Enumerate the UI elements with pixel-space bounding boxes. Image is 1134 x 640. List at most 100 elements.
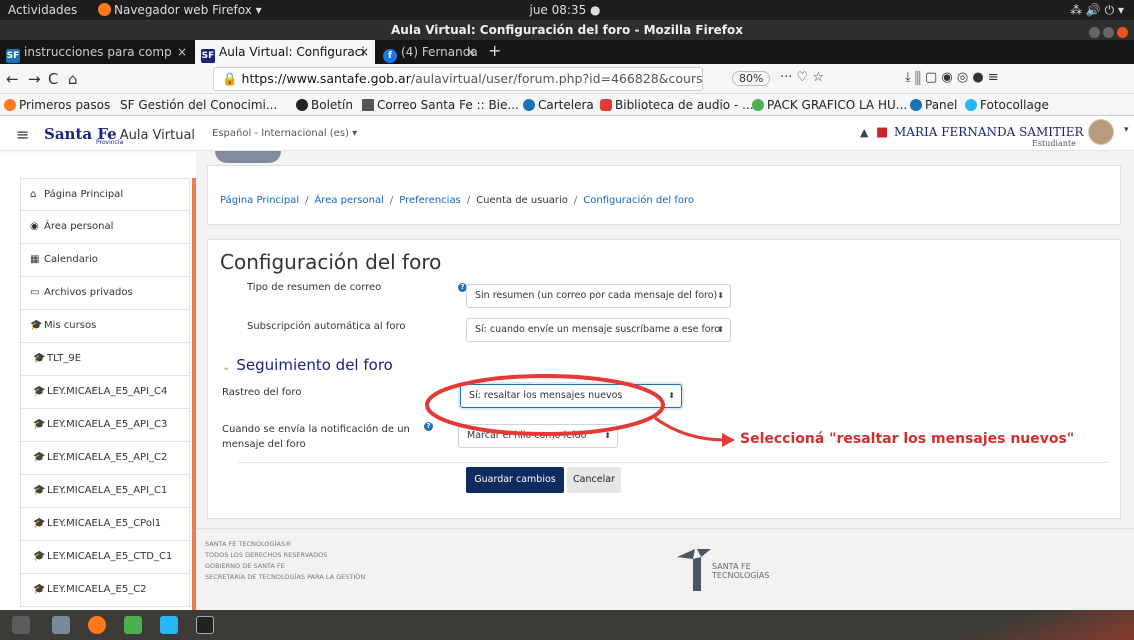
reload-button[interactable]: C <box>48 70 58 88</box>
sidebar-item-area-personal[interactable]: ◉ Área personal <box>20 211 190 244</box>
app-menu[interactable]: Navegador web Firefox ▾ <box>98 3 262 17</box>
cancel-button[interactable]: Cancelar <box>567 467 621 493</box>
page-actions[interactable]: ··· ♡ ☆ <box>780 70 824 85</box>
dashboard-icon: ◉ <box>30 221 39 232</box>
bookmark-biblioteca[interactable]: Biblioteca de audio - ... <box>600 94 754 115</box>
bookmark-label: Panel <box>925 98 958 112</box>
chevron-down-icon[interactable]: ▾ <box>1124 125 1129 135</box>
notify-label-line: Cuando se envía la notificación de un <box>222 424 410 435</box>
sidebar-item-archivos-privados[interactable]: ▭ Archivos privados <box>20 277 190 310</box>
bookmark-label: Correo Santa Fe :: Bie... <box>377 98 519 112</box>
bookmark-panel[interactable]: Panel <box>910 94 958 115</box>
footer-logo-line: SANTA FE <box>712 562 751 571</box>
bookmark-pack-grafico[interactable]: PACK GRAFICO LA HU... <box>752 94 907 115</box>
sidebar-item-course[interactable]: 🎓 LEY.MICAELA_E5_CPol1 <box>20 508 190 541</box>
section-divider <box>238 462 1108 463</box>
bookmark-correo[interactable]: Correo Santa Fe :: Bie... <box>362 94 519 115</box>
sidebar-item-course[interactable]: 🎓 LEY.MICAELA_E5_API_C1 <box>20 475 190 508</box>
select-caret-icon: ⬍ <box>717 291 724 300</box>
sidebar-item-label: LEY.MICAELA_E5_API_C3 <box>47 419 168 430</box>
spreadsheet-icon[interactable] <box>124 616 142 634</box>
select-caret-icon: ⬍ <box>717 325 724 334</box>
back-button[interactable]: ← <box>6 70 19 88</box>
bookmark-boletin[interactable]: Boletín <box>296 94 353 115</box>
tab-aula-virtual[interactable]: SF Aula Virtual: Configuraci × <box>195 40 375 64</box>
window-titlebar: Aula Virtual: Configuración del foro - M… <box>0 20 1134 40</box>
fotocollage-icon <box>965 99 977 111</box>
help-icon[interactable]: ? <box>424 422 433 431</box>
avatar[interactable] <box>1088 119 1114 145</box>
site-logo[interactable]: Santa Fe Aula Virtual Provincia <box>44 124 195 146</box>
tab-facebook[interactable]: f(4) Fernanda Samitier | F× <box>377 40 482 64</box>
close-tab-icon[interactable]: × <box>359 40 369 64</box>
sidebar-item-course[interactable]: 🎓 LEY.MICAELA_E5_API_C3 <box>20 409 190 442</box>
document-icon[interactable] <box>160 616 178 634</box>
subscribe-select[interactable]: Sí: cuando envíe un mensaje suscríbame a… <box>466 318 731 342</box>
clock[interactable]: jue 08:35 ● <box>505 3 625 17</box>
sidebar-item-calendario[interactable]: ▦ Calendario <box>20 244 190 277</box>
sidebar-item-mis-cursos[interactable]: 🎓 Mis cursos <box>20 310 190 343</box>
tracking-select[interactable]: Sí: resaltar los mensajes nuevos ⬍ <box>460 384 682 408</box>
notifications-bell-icon[interactable]: ▲ <box>860 126 868 139</box>
home-icon: ⌂ <box>30 189 37 200</box>
save-button[interactable]: Guardar cambios <box>466 467 564 493</box>
sidebar-item-course[interactable]: 🎓 TLT_9E <box>20 343 190 376</box>
toolbar-icons[interactable]: ⤓ ⫼ ▢ ◉ ◎ ● ≡ <box>905 70 999 85</box>
breadcrumb-item[interactable]: Área personal <box>314 195 383 206</box>
close-tab-icon[interactable]: × <box>466 40 476 64</box>
url-bar[interactable]: 🔒 https://www.santafe.gob.ar/aulavirtual… <box>213 67 703 91</box>
forward-button[interactable]: → <box>28 70 41 88</box>
sidebar-item-course[interactable]: 🎓 LEY.MICAELA_E5_CTD_C1 <box>20 541 190 574</box>
footer-text: SANTA FE TECNOLOGÍAS® TODOS LOS DERECHOS… <box>205 539 365 583</box>
graduation-cap-icon: 🎓 <box>33 386 46 397</box>
language-menu[interactable]: Español - Internacional (es) ▾ <box>212 128 357 139</box>
footer-line: SANTA FE TECNOLOGÍAS® <box>205 540 292 548</box>
bookmark-sf-gestion[interactable]: SF Gestión del Conocimi... <box>120 94 277 115</box>
bookmark-cartelera[interactable]: Cartelera <box>523 94 594 115</box>
page-title: Configuración del foro <box>220 250 442 274</box>
tab-instrucciones[interactable]: SF instrucciones para comp × <box>0 40 193 64</box>
apps-grid-icon[interactable] <box>12 616 30 634</box>
display-icon[interactable] <box>196 616 214 634</box>
activities-button[interactable]: Actividades <box>8 3 77 17</box>
system-status-icons[interactable]: ⁂ 🔊 ⏻ ▾ <box>1070 3 1124 18</box>
facebook-favicon-icon: f <box>383 49 397 63</box>
sidebar-item-course[interactable]: 🎓 LEY.MICAELA_E5_C2 <box>20 574 190 607</box>
subscribe-select-value: Sí: cuando envíe un mensaje suscríbame a… <box>475 324 721 335</box>
files-icon[interactable] <box>52 616 70 634</box>
breadcrumb-item[interactable]: Configuración del foro <box>583 195 694 206</box>
breadcrumb-item[interactable]: Página Principal <box>220 195 299 206</box>
tracking-select-value: Sí: resaltar los mensajes nuevos <box>469 390 623 401</box>
sidebar-item-pagina-principal[interactable]: ⌂ Página Principal <box>20 178 190 211</box>
maximize-button[interactable] <box>1103 27 1114 38</box>
tab-bar: SF instrucciones para comp × SF Aula Virtua… <box>0 40 1134 64</box>
notify-select[interactable]: Marcar el hilo como leído ⬍ <box>458 424 618 448</box>
sidebar-item-label: LEY.MICAELA_E5_C2 <box>47 584 147 595</box>
menu-icon[interactable]: ≡ <box>16 125 29 144</box>
minimize-button[interactable] <box>1089 27 1100 38</box>
firefox-icon[interactable] <box>88 616 106 634</box>
home-button[interactable]: ⌂ <box>68 70 78 88</box>
digest-select[interactable]: Sin resumen (un correo por cada mensaje … <box>466 284 731 308</box>
breadcrumb-item[interactable]: Preferencias <box>399 195 461 206</box>
bookmark-primeros-pasos[interactable]: Primeros pasos <box>4 94 110 115</box>
section-header[interactable]: ⌄ Seguimiento del foro <box>222 356 393 374</box>
zoom-level[interactable]: 80% <box>732 71 771 86</box>
mail-icon <box>362 99 374 111</box>
bookmarks-bar: Primeros pasos SF Gestión del Conocimi..… <box>0 94 1134 116</box>
taskbar-decoration <box>964 610 1134 640</box>
navigation-toolbar: ← → C ⌂ 🔒 https://www.santafe.gob.ar/aul… <box>0 64 1134 94</box>
sidebar-item-course[interactable]: 🎓 LEY.MICAELA_E5_API_C4 <box>20 376 190 409</box>
bookmark-fotocollage[interactable]: Fotocollage <box>965 94 1049 115</box>
forum-settings-form: Configuración del foro Tipo de resumen d… <box>207 239 1121 519</box>
sidebar-item-course[interactable]: 🎓 LEY.MICAELA_E5_API_C2 <box>20 442 190 475</box>
panel-icon <box>910 99 922 111</box>
subscribe-label: Subscripción automática al foro <box>247 321 406 332</box>
footer-line: TODOS LOS DERECHOS RESERVADOS <box>205 551 328 559</box>
close-tab-icon[interactable]: × <box>177 40 187 64</box>
sidebar-item-label: Calendario <box>44 254 98 265</box>
notify-select-value: Marcar el hilo como leído <box>467 430 587 441</box>
new-tab-button[interactable]: + <box>488 40 501 62</box>
messages-icon[interactable]: ■ <box>876 125 888 140</box>
close-window-button[interactable] <box>1117 27 1128 38</box>
